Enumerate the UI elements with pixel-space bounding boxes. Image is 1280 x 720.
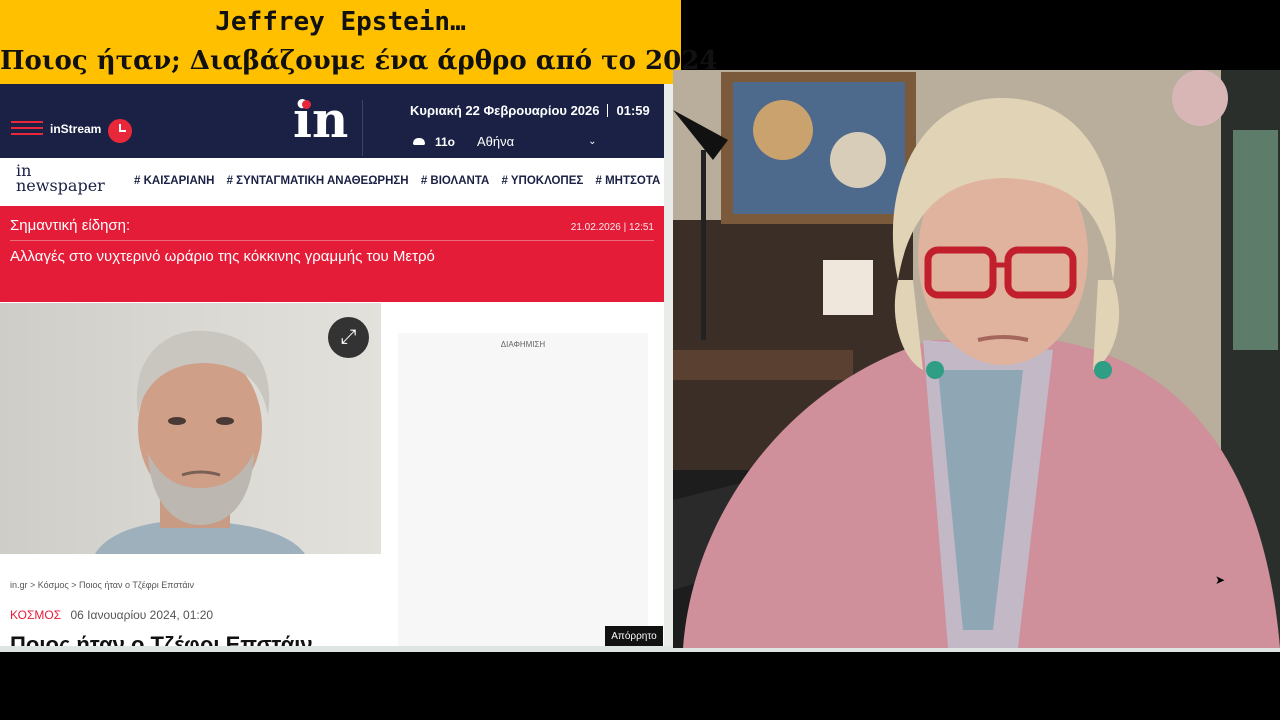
article-date: 06 Ιανουαρίου 2024, 01:20 — [70, 608, 214, 622]
header-date: Κυριακή 22 Φεβρουαρίου 2026 01:59 — [410, 103, 650, 118]
article-title: Ποιος ήταν ο Τζέφρι Επστάιν — [10, 632, 313, 646]
tag-link[interactable]: # ΜΗΤΣΟΤΑ — [596, 175, 661, 187]
date-separator — [607, 104, 609, 117]
tag-link[interactable]: # ΒΙΟΛΑΝΤΑ — [421, 175, 489, 187]
screen-divider — [664, 84, 673, 646]
expand-icon[interactable]: ⤢ — [328, 317, 369, 358]
article-meta: ΚΟΣΜΟΣ 06 Ιανουαρίου 2024, 01:20 — [10, 608, 213, 622]
cloud-icon — [413, 138, 425, 145]
site-header: inStream in Κυριακή 22 Φεβρουαρίου 2026 0… — [0, 84, 664, 158]
newspaper-logo-line2: newspaper — [16, 176, 105, 195]
banner-title: Jeffrey Epstein… — [215, 7, 466, 37]
chevron-down-icon[interactable]: ⌄ — [588, 136, 596, 147]
alert-headline[interactable]: Αλλαγές στο νυχτερινό ωράριο της κόκκινη… — [10, 248, 435, 265]
tag-link[interactable]: # ΚΑΙΣΑΡΙΑΝΗ — [134, 175, 214, 187]
site-logo[interactable]: in — [293, 92, 348, 148]
webcam-illustration — [673, 70, 1280, 648]
instream-link[interactable]: inStream — [50, 122, 101, 136]
website-capture: inStream in Κυριακή 22 Φεβρουαρίου 2026 0… — [0, 84, 664, 646]
webcam-feed: ➤ — [673, 70, 1280, 648]
ad-placeholder: ΔΙΑΦΗΜΙΣΗ — [398, 333, 648, 646]
article-category[interactable]: ΚΟΣΜΟΣ — [10, 608, 61, 622]
clock-icon[interactable] — [108, 119, 132, 143]
ad-label: ΔΙΑΦΗΜΙΣΗ — [500, 340, 546, 349]
weather-widget[interactable]: 11o Αθήνα ⌄ — [413, 134, 597, 149]
cursor-icon: ➤ — [1215, 573, 1226, 587]
hamburger-icon[interactable] — [11, 121, 43, 135]
breadcrumb[interactable]: in.gr > Κόσμος > Ποιος ήταν ο Τζέφρι Επσ… — [10, 580, 194, 590]
tag-list: # ΚΑΙΣΑΡΙΑΝΗ # ΣΥΝΤΑΓΜΑΤΙΚΗ ΑΝΑΘΕΩΡΗΣΗ #… — [134, 175, 664, 187]
temperature: 11o — [435, 134, 456, 149]
article-photo: ⤢ — [0, 303, 381, 554]
nav-bar: in newspaper # ΚΑΙΣΑΡΙΑΝΗ # ΣΥΝΤΑΓΜΑΤΙΚΗ… — [0, 158, 664, 206]
title-banner: Jeffrey Epstein… Ποιος ήταν; Διαβάζουμε … — [0, 0, 718, 84]
tag-link[interactable]: # ΣΥΝΤΑΓΜΑΤΙΚΗ ΑΝΑΘΕΩΡΗΣΗ — [227, 175, 409, 187]
newspaper-logo[interactable]: in newspaper — [16, 163, 105, 195]
banner-subtitle: Ποιος ήταν; Διαβάζουμε ένα άρθρο από το … — [0, 46, 718, 76]
portrait-illustration — [95, 330, 305, 554]
header-divider — [362, 100, 363, 156]
breaking-news-banner[interactable]: Σημαντική είδηση: 21.02.2026 | 12:51 Αλλ… — [0, 206, 664, 302]
alert-divider — [10, 240, 654, 241]
time-text: 01:59 — [616, 103, 650, 118]
alert-timestamp: 21.02.2026 | 12:51 — [570, 222, 654, 233]
alert-label: Σημαντική είδηση: — [10, 217, 131, 234]
city-select[interactable]: Αθήνα — [477, 134, 514, 149]
logo-dot — [302, 100, 311, 109]
tag-link[interactable]: # ΥΠΟΚΛΟΠΕΣ — [502, 175, 584, 187]
privacy-button[interactable]: Απόρρητο — [605, 626, 663, 646]
date-text: Κυριακή 22 Φεβρουαρίου 2026 — [410, 103, 600, 118]
